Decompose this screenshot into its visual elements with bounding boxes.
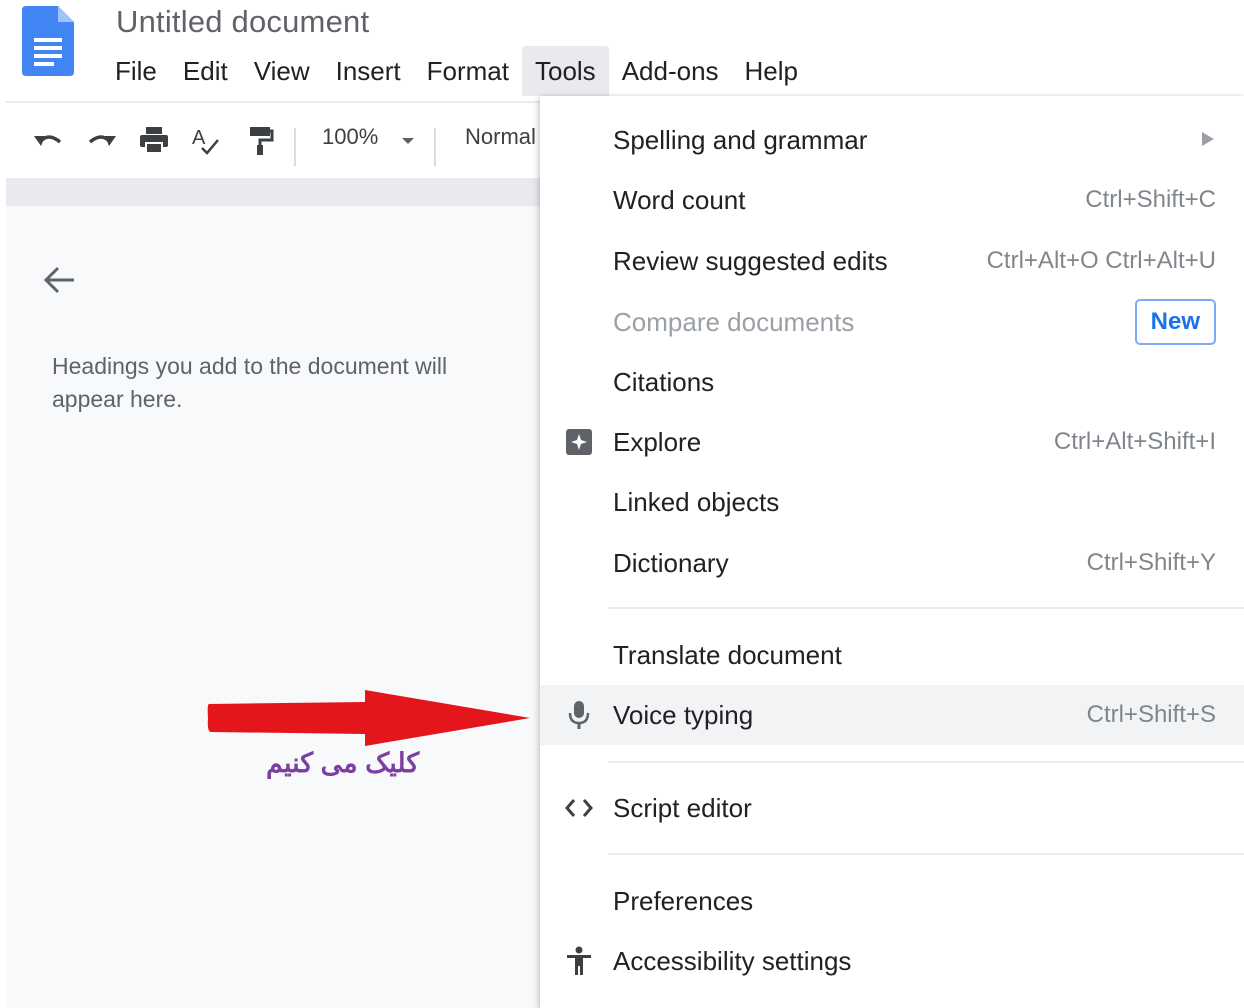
- toolbar: A 100% Normal: [0, 110, 540, 170]
- menu-addons[interactable]: Add-ons: [609, 46, 732, 96]
- menu-item-compare-documents: Compare documents New: [540, 292, 1244, 352]
- paragraph-style-select[interactable]: Normal: [465, 124, 536, 150]
- menu-help[interactable]: Help: [732, 46, 811, 96]
- toolbar-separator: [434, 128, 436, 166]
- google-docs-logo-icon[interactable]: [22, 6, 74, 76]
- menu-item-citations[interactable]: Citations: [540, 352, 1244, 412]
- menu-edit[interactable]: Edit: [170, 46, 241, 96]
- menu-separator: [608, 607, 1244, 609]
- menu-file[interactable]: File: [102, 46, 170, 96]
- menu-item-voice-typing[interactable]: Voice typing Ctrl+Shift+S: [540, 685, 1244, 745]
- new-badge: New: [1134, 299, 1216, 345]
- code-icon: [564, 793, 594, 823]
- menu-item-label: Citations: [613, 367, 715, 397]
- menu-item-word-count[interactable]: Word count Ctrl+Shift+C: [540, 170, 1244, 230]
- tools-menu: Spelling and grammar Word count Ctrl+Shi…: [540, 96, 1244, 1008]
- menu-item-label: Translate document: [613, 640, 842, 670]
- menu-item-linked-objects[interactable]: Linked objects: [540, 472, 1244, 532]
- menu-item-dictionary[interactable]: Dictionary Ctrl+Shift+Y: [540, 533, 1244, 593]
- explore-icon: [564, 427, 594, 457]
- menu-item-label: Explore: [613, 427, 702, 457]
- menu-separator: [608, 853, 1244, 855]
- menu-format[interactable]: Format: [414, 46, 522, 96]
- menu-item-shortcut: Ctrl+Alt+Shift+I: [1053, 428, 1216, 455]
- menu-item-label: Preferences: [613, 886, 754, 916]
- menu-item-shortcut: Ctrl+Alt+O Ctrl+Alt+U: [986, 247, 1216, 274]
- outline-placeholder-text: Headings you add to the document will ap…: [52, 353, 448, 412]
- document-outline-panel: [6, 206, 540, 1008]
- menu-item-shortcut: Ctrl+Shift+C: [1085, 186, 1216, 213]
- document-title[interactable]: Untitled document: [116, 4, 369, 40]
- spellcheck-icon[interactable]: A: [188, 122, 224, 158]
- menu-item-label: Review suggested edits: [613, 246, 888, 276]
- annotation-text: کلیک می کنیم: [266, 748, 420, 778]
- print-icon[interactable]: [136, 122, 172, 158]
- menu-item-label: Compare documents: [613, 307, 855, 337]
- menu-bar: File Edit View Insert Format Tools Add-o…: [102, 46, 811, 96]
- toolbar-separator: [294, 128, 296, 166]
- zoom-select[interactable]: 100%: [322, 124, 378, 150]
- menu-item-label: Script editor: [613, 793, 752, 823]
- menu-item-spelling-grammar[interactable]: Spelling and grammar: [540, 110, 1244, 170]
- menu-item-accessibility-settings[interactable]: Accessibility settings: [540, 931, 1244, 991]
- submenu-arrow-icon: [1202, 132, 1214, 146]
- menu-item-shortcut: Ctrl+Shift+Y: [1086, 549, 1216, 576]
- undo-icon[interactable]: [30, 122, 66, 158]
- back-arrow-icon[interactable]: [40, 260, 80, 300]
- menu-tools[interactable]: Tools: [521, 46, 609, 96]
- accessibility-icon: [564, 946, 594, 976]
- menu-item-label: Word count: [613, 185, 746, 215]
- menu-item-review-suggested-edits[interactable]: Review suggested edits Ctrl+Alt+O Ctrl+A…: [540, 231, 1244, 291]
- menu-item-translate-document[interactable]: Translate document: [540, 625, 1244, 685]
- menu-separator: [608, 761, 1244, 763]
- svg-text:A: A: [192, 127, 206, 149]
- menu-item-preferences[interactable]: Preferences: [540, 871, 1244, 931]
- paint-format-icon[interactable]: [242, 122, 278, 158]
- menu-item-script-editor[interactable]: Script editor: [540, 778, 1244, 838]
- menu-item-label: Spelling and grammar: [613, 125, 868, 155]
- chevron-down-icon[interactable]: [400, 136, 416, 146]
- ruler-area: [6, 178, 540, 206]
- redo-icon[interactable]: [84, 122, 120, 158]
- menu-item-shortcut: Ctrl+Shift+S: [1086, 701, 1216, 728]
- menu-item-label: Voice typing: [613, 700, 754, 730]
- menu-view[interactable]: View: [241, 46, 323, 96]
- menu-insert[interactable]: Insert: [323, 46, 414, 96]
- menu-item-label: Accessibility settings: [613, 946, 852, 976]
- menu-item-label: Linked objects: [613, 487, 780, 517]
- header-divider: [6, 101, 540, 103]
- microphone-icon: [564, 700, 594, 730]
- menu-item-label: Dictionary: [613, 548, 729, 578]
- red-arrow-annotation: [207, 690, 530, 746]
- menu-item-explore[interactable]: Explore Ctrl+Alt+Shift+I: [540, 412, 1244, 472]
